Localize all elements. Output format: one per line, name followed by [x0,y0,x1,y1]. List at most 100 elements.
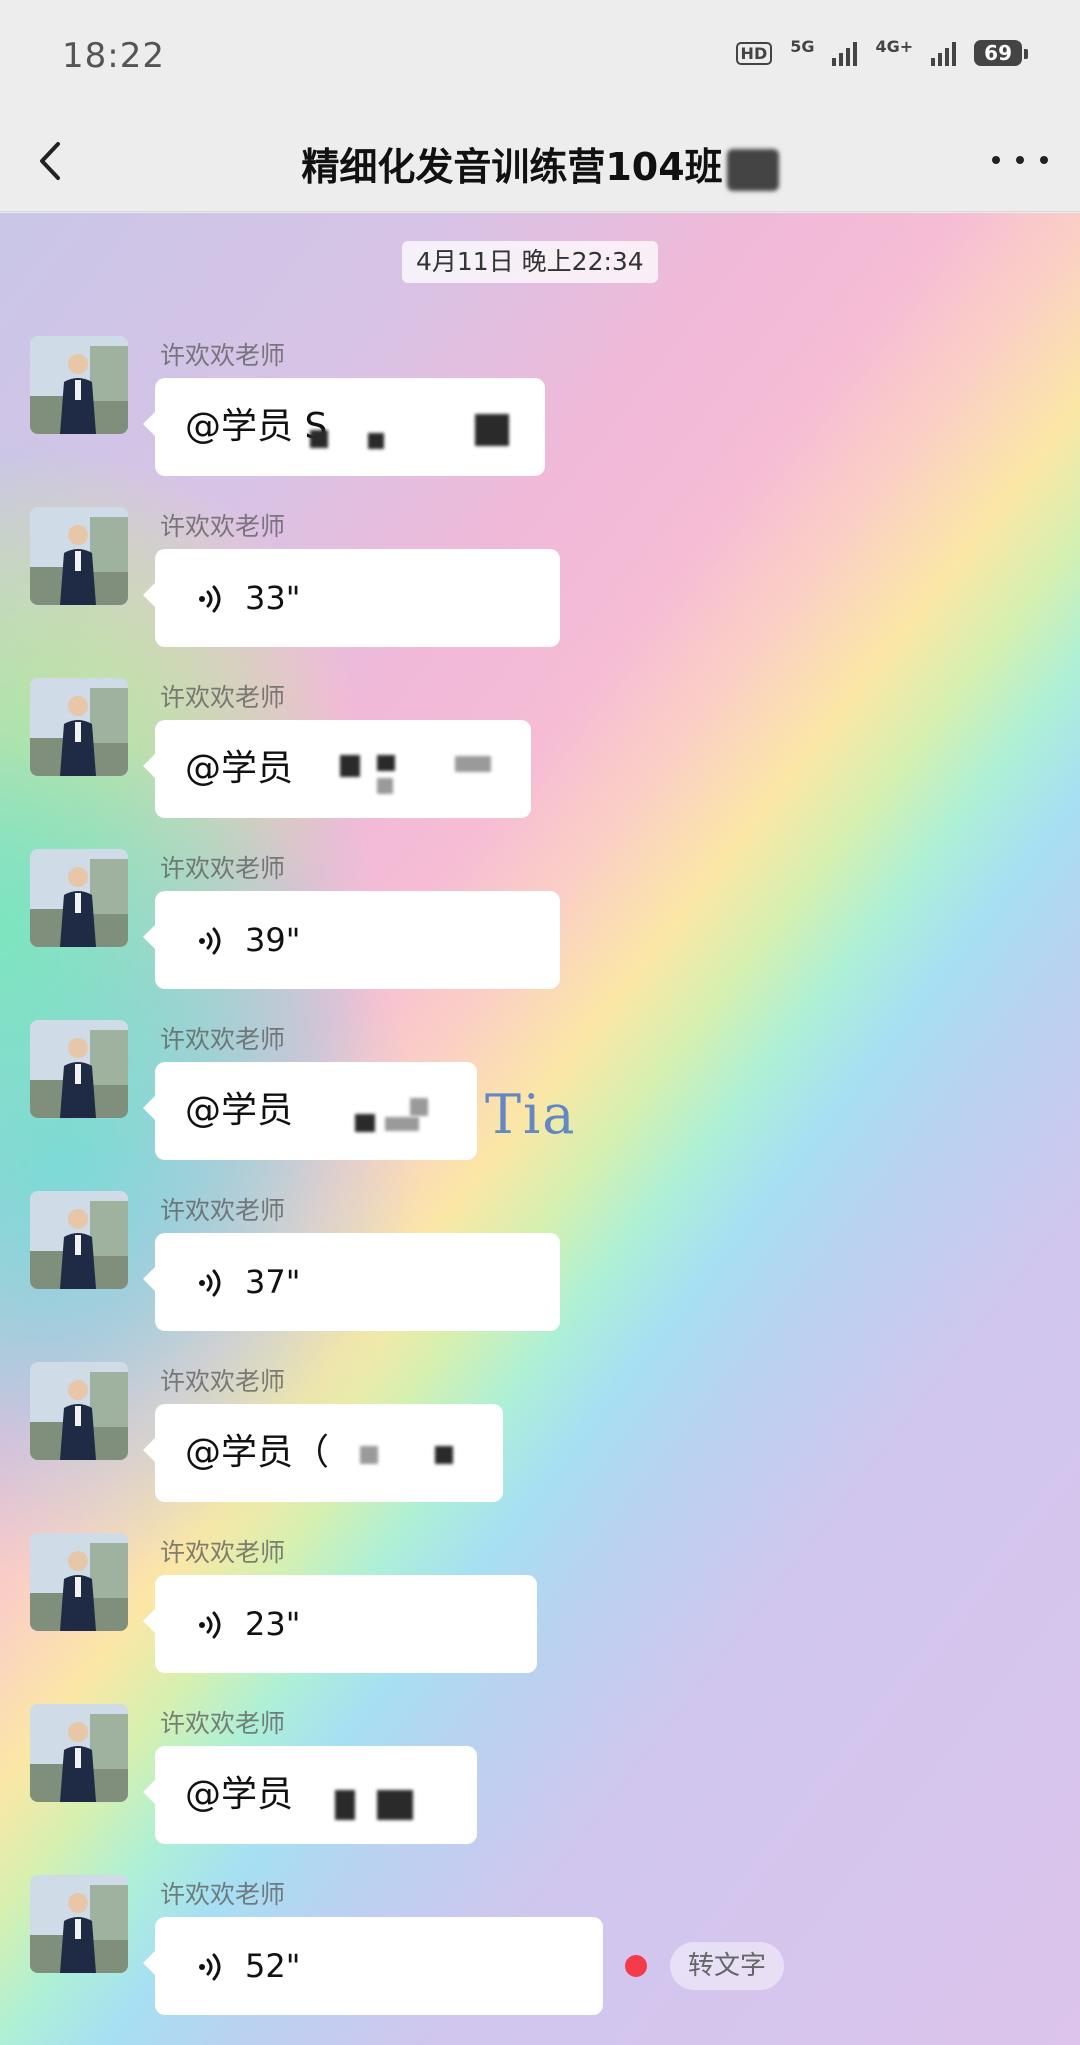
avatar[interactable] [30,1533,128,1631]
sender-name: 许欢欢老师 [160,1538,286,1567]
message-row: 许欢欢老师 @学员 [0,678,1080,838]
voice-bubble[interactable]: 33" [143,549,560,647]
person-avatar-icon [30,1020,128,1118]
message-row: 许欢欢老师 37" [0,1191,1080,1351]
sender-name: 许欢欢老师 [160,1196,286,1225]
status-bar: 18:22 HD 5G 4G+ 69 [0,0,1080,110]
sender-name: 许欢欢老师 [160,683,286,712]
voice-wave-icon [195,1951,227,1983]
redacted-mask [455,756,491,772]
voice-wave-icon [195,583,227,615]
message-row: 许欢欢老师 39" [0,849,1080,1009]
more-dots-icon [992,156,1000,164]
person-avatar-icon [30,507,128,605]
chat-title: 精细化发音训练营104班 [0,136,1080,191]
group-name: 精细化发音训练营104班 [301,145,723,189]
signal-icon [832,40,858,66]
redacted-mask [340,755,360,777]
person-avatar-icon [30,1704,128,1802]
voice-bubble[interactable]: 39" [143,891,560,989]
more-dot [1040,156,1048,164]
redacted-mask [435,1446,453,1464]
text-bubble[interactable]: @学员（ [143,1404,503,1502]
message-text: @学员 [185,1090,294,1131]
message-row: 许欢欢老师 52" 转文字 [0,1875,1080,2035]
voice-duration: 39" [245,921,301,959]
redacted-mask [726,148,779,191]
person-avatar-icon [30,1875,128,1973]
redacted-mask [385,1117,419,1131]
voice-duration: 37" [245,1263,301,1301]
text-bubble[interactable]: @学员 [143,1062,477,1160]
sender-name: 许欢欢老师 [160,341,286,370]
person-avatar-icon [30,1191,128,1289]
person-avatar-icon [30,1533,128,1631]
text-bubble[interactable]: @学员 S [143,378,545,476]
network-label-4g: 4G+ [875,37,914,56]
status-time: 18:22 [62,36,165,76]
redacted-mask [377,1790,413,1820]
voice-duration: 33" [245,579,301,617]
redacted-mask [410,1098,428,1116]
message-text: @学员 [185,748,294,789]
redacted-mask [360,1446,378,1464]
avatar[interactable] [30,678,128,776]
person-avatar-icon [30,336,128,434]
text-bubble[interactable]: @学员 [143,720,531,818]
more-dot [1016,156,1024,164]
redacted-mask [475,414,509,446]
redacted-mask [377,755,395,771]
text-bubble[interactable]: @学员 [143,1746,477,1844]
message-row: 许欢欢老师 @学员 [0,1704,1080,1864]
voice-duration: 52" [245,1947,301,1985]
message-row: 许欢欢老师 @学员 S [0,336,1080,496]
chat-header: 精细化发音训练营104班 [0,110,1080,212]
message-row: 许欢欢老师 @学员 [0,1020,1080,1180]
redacted-mask [310,430,328,448]
person-avatar-icon [30,849,128,947]
avatar[interactable] [30,1191,128,1289]
signal-icon-2 [931,40,957,66]
sender-name: 许欢欢老师 [160,1367,286,1396]
voice-wave-icon [195,1267,227,1299]
avatar[interactable] [30,1704,128,1802]
network-label-5g: 5G [790,37,815,56]
battery-icon: 69 [974,40,1028,66]
avatar[interactable] [30,336,128,434]
redacted-mask [335,1790,355,1820]
message-text: @学员 [185,1774,294,1815]
unread-dot [625,1955,647,1977]
status-icons: HD 5G 4G+ 69 [735,37,1028,66]
message-text: @学员（ [185,1432,330,1473]
avatar[interactable] [30,1020,128,1118]
chat-area[interactable]: 4月11日 晚上22:34 Tia 许欢欢老师 @学员 S 许欢欢老师 33" … [0,213,1080,2045]
avatar[interactable] [30,849,128,947]
time-divider: 4月11日 晚上22:34 [402,241,658,283]
voice-wave-icon [195,1609,227,1641]
person-avatar-icon [30,1362,128,1460]
more-button[interactable] [992,140,1048,180]
voice-bubble[interactable]: 52" [143,1917,603,2015]
message-row: 许欢欢老师 33" [0,507,1080,667]
sender-name: 许欢欢老师 [160,1880,286,1909]
avatar[interactable] [30,1875,128,1973]
message-row: 许欢欢老师 23" [0,1533,1080,1693]
sender-name: 许欢欢老师 [160,854,286,883]
voice-duration: 23" [245,1605,301,1643]
message-text: @学员 S [185,406,328,447]
convert-to-text-button[interactable]: 转文字 [670,1942,785,1990]
sender-name: 许欢欢老师 [160,512,286,541]
avatar[interactable] [30,507,128,605]
message-row: 许欢欢老师 @学员（ [0,1362,1080,1522]
hd-voice-icon: HD [735,41,773,65]
redacted-mask [377,778,393,794]
voice-bubble[interactable]: 23" [143,1575,537,1673]
voice-bubble[interactable]: 37" [143,1233,560,1331]
sender-name: 许欢欢老师 [160,1025,286,1054]
redacted-mask [368,433,384,449]
avatar[interactable] [30,1362,128,1460]
person-avatar-icon [30,678,128,776]
sender-name: 许欢欢老师 [160,1709,286,1738]
redacted-mask [355,1114,375,1132]
voice-wave-icon [195,925,227,957]
